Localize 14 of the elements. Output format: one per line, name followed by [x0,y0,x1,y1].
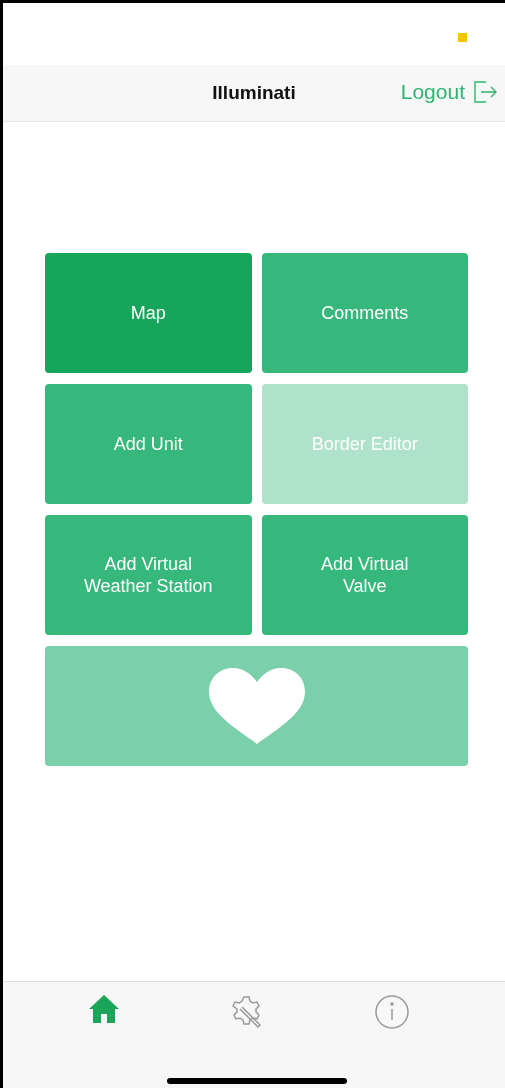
info-tab[interactable] [374,994,411,1030]
home-tab[interactable] [87,994,120,1024]
logout-icon [473,81,497,103]
info-icon [374,994,411,1030]
logout-button[interactable]: Logout [400,80,497,104]
heart-icon [208,668,305,744]
menu-tile[interactable]: Comments [261,253,468,373]
menu-tile[interactable]: Add Unit [45,384,252,504]
home-icon [87,994,120,1024]
favorites-tile[interactable] [45,646,468,766]
menu-tile[interactable]: Add Virtual Weather Station [45,515,252,635]
screen-title: Illuminati [212,82,296,104]
menu-tile[interactable]: Map [45,253,252,373]
menu-tile[interactable]: Add Virtual Valve [261,515,468,635]
